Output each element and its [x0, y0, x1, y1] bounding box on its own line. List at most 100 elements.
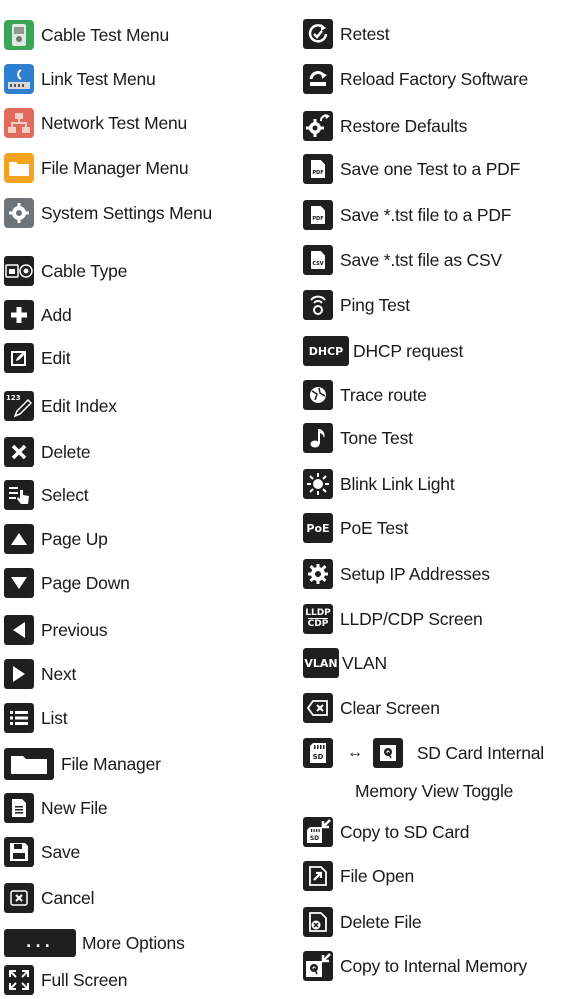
tone-test-icon: [303, 423, 333, 453]
poe-test-icon: PoE: [303, 513, 333, 543]
legend-row-more-options: ... More Options: [4, 927, 185, 959]
legend-label: Setup IP Addresses: [340, 563, 490, 584]
edit-index-icon: 123: [4, 391, 34, 421]
legend-label: Retest: [340, 23, 390, 44]
legend-row-file-manager: File Manager: [4, 748, 161, 780]
legend-row-clear-screen: Clear Screen: [303, 692, 440, 724]
legend-label: Ping Test: [340, 294, 410, 315]
legend-label: DHCP request: [353, 340, 464, 361]
legend-row-tone-test: Tone Test: [303, 422, 413, 454]
svg-text:SD: SD: [310, 835, 319, 842]
save-tst-csv-icon: CSV: [303, 245, 333, 275]
legend-row-reload-factory-software: Reload Factory Software: [303, 63, 528, 95]
save-tst-pdf-icon: PDF: [303, 200, 333, 230]
link-test-menu-icon: [4, 64, 34, 94]
cancel-icon: [4, 883, 34, 913]
legend-label: File Manager Menu: [41, 157, 189, 178]
legend-row-previous: Previous: [4, 614, 108, 646]
legend-row-system-settings-menu: System Settings Menu: [4, 197, 212, 229]
legend-label: Select: [41, 484, 89, 505]
legend-label: Page Up: [41, 528, 108, 549]
legend-row-copy-to-internal-memory: Copy to Internal Memory: [303, 950, 527, 982]
file-manager-icon: [4, 748, 54, 780]
file-manager-menu-icon: [4, 153, 34, 183]
cable-type-icon: [4, 256, 34, 286]
legend-label: Clear Screen: [340, 697, 440, 718]
blink-link-light-icon: [303, 469, 333, 499]
legend-row-cancel: Cancel: [4, 882, 94, 914]
legend-row-sd-card-internal-toggle: SD ↔ SD Card Internal: [303, 737, 544, 769]
legend-label: Memory View Toggle: [355, 780, 514, 801]
legend-label: Page Down: [41, 572, 130, 593]
system-settings-menu-icon: [4, 198, 34, 228]
legend-label: Delete File: [340, 911, 422, 932]
legend-row-edit-index: 123 Edit Index: [4, 390, 117, 422]
file-open-icon: [303, 861, 333, 891]
svg-text:SD: SD: [313, 753, 324, 761]
sd-card-icon: SD: [303, 738, 333, 768]
restore-defaults-icon: [303, 111, 333, 141]
retest-icon: [303, 19, 333, 49]
save-icon: [4, 837, 34, 867]
more-options-icon: ...: [4, 929, 76, 957]
copy-to-sd-card-icon: SD: [303, 817, 333, 847]
legend-label: Tone Test: [340, 427, 413, 448]
legend-label: File Open: [340, 865, 415, 886]
list-icon: [4, 703, 34, 733]
legend-label: Previous: [41, 619, 108, 640]
internal-memory-icon: [372, 738, 403, 768]
legend-row-page-up: Page Up: [4, 523, 108, 555]
page-up-icon: [4, 524, 34, 554]
legend-label: Reload Factory Software: [340, 68, 528, 89]
full-screen-icon: [4, 965, 34, 995]
legend-label: Cancel: [41, 887, 95, 908]
legend-row-cable-type: Cable Type: [4, 255, 127, 287]
legend-label: Restore Defaults: [340, 115, 468, 136]
delete-icon: [4, 437, 34, 467]
legend-row-blink-link-light: Blink Link Light: [303, 468, 455, 500]
legend-row-save-tst-csv: CSV Save *.tst file as CSV: [303, 244, 502, 276]
legend-label: LLDP/CDP Screen: [340, 608, 483, 629]
legend-label: Cable Type: [41, 260, 128, 281]
legend-row-page-down: Page Down: [4, 567, 130, 599]
copy-to-internal-memory-icon: [303, 951, 333, 981]
previous-icon: [4, 615, 34, 645]
page-down-icon: [4, 568, 34, 598]
new-file-icon: [4, 793, 34, 823]
legend-row-file-manager-menu: File Manager Menu: [4, 152, 189, 184]
legend-row-save-test-pdf: PDF Save one Test to a PDF: [303, 153, 520, 185]
legend-row-sd-card-internal-toggle-line2: Memory View Toggle: [355, 775, 513, 807]
legend-label: Next: [41, 663, 77, 684]
save-test-pdf-icon: PDF: [303, 154, 333, 184]
cable-test-menu-icon: [4, 20, 34, 50]
legend-row-network-test-menu: Network Test Menu: [4, 107, 187, 139]
legend-row-list: List: [4, 702, 68, 734]
legend-label: Cable Test Menu: [41, 24, 170, 45]
legend-row-add: Add: [4, 299, 72, 331]
trace-route-icon: [303, 380, 333, 410]
legend-label: SD Card Internal: [416, 742, 544, 763]
legend-label: VLAN: [342, 652, 387, 673]
legend-row-link-test-menu: Link Test Menu: [4, 63, 156, 95]
legend-row-dhcp-request: DHCP DHCP request: [303, 335, 463, 367]
add-icon: [4, 300, 34, 330]
legend-row-delete: Delete: [4, 436, 91, 468]
setup-ip-addresses-icon: [303, 559, 333, 589]
lldp-cdp-screen-icon: LLDP CDP: [303, 604, 333, 634]
legend-label: Save one Test to a PDF: [340, 158, 521, 179]
legend-row-poe-test: PoE PoE Test: [303, 512, 408, 544]
select-icon: [4, 480, 34, 510]
legend-row-file-open: File Open: [303, 860, 414, 892]
legend-row-vlan: VLAN VLAN: [303, 647, 387, 679]
next-icon: [4, 659, 34, 689]
legend-label: List: [41, 707, 68, 728]
legend-label: Trace route: [340, 384, 427, 405]
legend-label: Edit Index: [41, 395, 117, 416]
legend-label: Edit: [41, 347, 71, 368]
legend-row-restore-defaults: Restore Defaults: [303, 110, 467, 142]
legend-row-save: Save: [4, 836, 80, 868]
legend-label: Copy to Internal Memory: [340, 955, 528, 976]
legend-row-save-tst-pdf: PDF Save *.tst file to a PDF: [303, 199, 511, 231]
legend-row-retest: Retest: [303, 18, 390, 50]
toggle-arrow: ↔: [347, 744, 363, 761]
